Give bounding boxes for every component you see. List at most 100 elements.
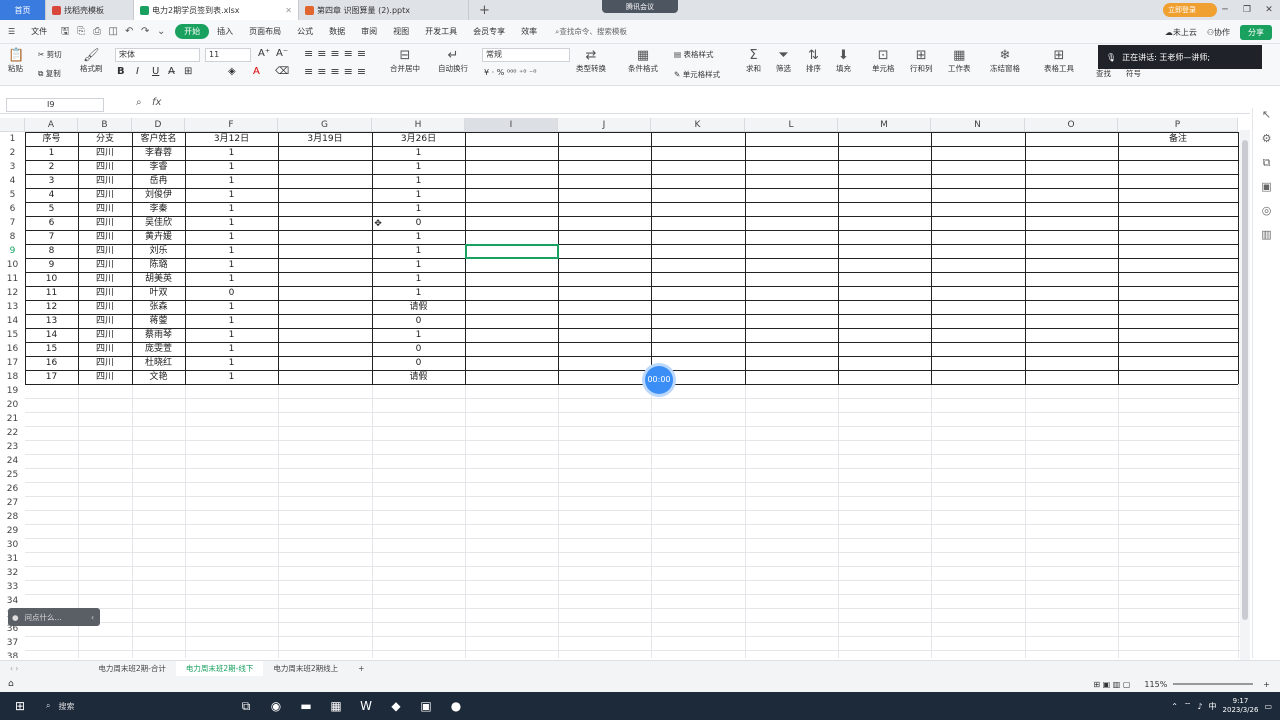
align-top-row[interactable]: ≡≡≡≡≡ bbox=[304, 47, 370, 60]
tab-home[interactable]: 首页 bbox=[0, 0, 46, 20]
location-icon[interactable]: ◎ bbox=[1253, 204, 1280, 228]
select-all-corner[interactable] bbox=[0, 118, 25, 132]
font-size-select[interactable]: 11 bbox=[205, 48, 251, 62]
new-tab-icon[interactable]: + bbox=[479, 3, 490, 18]
table-cell[interactable]: 四川 bbox=[78, 328, 132, 342]
clear-format-icon[interactable]: ⌫ bbox=[275, 66, 289, 77]
table-cell[interactable]: 1 bbox=[372, 146, 465, 160]
align-left-row[interactable]: ≡≡≡≡≡ bbox=[304, 65, 370, 78]
sum-button[interactable]: Σ 求和 bbox=[746, 48, 761, 74]
table-cell[interactable]: 1 bbox=[185, 216, 278, 230]
table-cell[interactable]: 四川 bbox=[78, 356, 132, 370]
header-cell-d[interactable]: 客户姓名 bbox=[132, 132, 185, 146]
fill-color-icon[interactable]: ◈ bbox=[228, 66, 236, 77]
table-cell[interactable]: 吴佳欣 bbox=[132, 216, 185, 230]
add-sheet-icon[interactable]: + bbox=[348, 661, 374, 677]
redo-icon[interactable]: ↷ bbox=[139, 26, 151, 38]
table-cell[interactable]: 请假 bbox=[372, 300, 465, 314]
network-icon[interactable]: ⌔ bbox=[1184, 701, 1192, 711]
table-cell[interactable]: 1 bbox=[185, 300, 278, 314]
table-cell[interactable]: 岳冉 bbox=[132, 174, 185, 188]
menu-formula[interactable]: 公式 bbox=[289, 26, 321, 37]
menu-insert[interactable]: 插入 bbox=[209, 26, 241, 37]
copy-button[interactable]: ⧉ 复制 bbox=[38, 68, 61, 79]
row-header[interactable]: 29 bbox=[0, 524, 25, 538]
table-cell[interactable]: 刘俊伊 bbox=[132, 188, 185, 202]
row-header[interactable]: 17 bbox=[0, 356, 25, 370]
table-cell[interactable]: 3 bbox=[25, 174, 78, 188]
table-cell[interactable]: 10 bbox=[25, 272, 78, 286]
table-cell[interactable]: 5 bbox=[25, 202, 78, 216]
table-cell[interactable]: 叶双 bbox=[132, 286, 185, 300]
tray-up-icon[interactable]: ⌃ bbox=[1171, 702, 1178, 711]
table-cell[interactable]: 四川 bbox=[78, 314, 132, 328]
image-icon[interactable]: ▣ bbox=[1253, 180, 1280, 204]
row-header[interactable]: 1 bbox=[0, 132, 25, 146]
preview-icon[interactable]: ◫ bbox=[107, 26, 119, 38]
zoom-level[interactable]: 115% bbox=[1144, 680, 1167, 689]
row-header[interactable]: 2 bbox=[0, 146, 25, 160]
book-icon[interactable]: ▥ bbox=[1253, 228, 1280, 252]
save-icon[interactable]: 🖫 bbox=[59, 26, 71, 38]
tab-template[interactable]: 找稻壳模板 bbox=[46, 0, 134, 20]
copy-icon[interactable]: ⧉ bbox=[1253, 156, 1280, 180]
row-header[interactable]: 12 bbox=[0, 286, 25, 300]
cloud-button[interactable]: ☁未上云 bbox=[1165, 27, 1197, 38]
windows-icon[interactable]: ⊞ bbox=[8, 696, 32, 716]
table-cell[interactable]: 15 bbox=[25, 342, 78, 356]
merge-center-button[interactable]: ⊟ 合并居中 bbox=[390, 48, 420, 74]
menu-data[interactable]: 数据 bbox=[321, 26, 353, 37]
menu-member[interactable]: 会员专享 bbox=[465, 26, 513, 37]
column-header-h[interactable]: H bbox=[372, 118, 465, 132]
column-header-j[interactable]: J bbox=[558, 118, 651, 132]
table-cell[interactable]: 0 bbox=[185, 286, 278, 300]
table-cell[interactable]: 李秦 bbox=[132, 202, 185, 216]
number-format-row[interactable]: ¥ · % ⁰⁰⁰ ⁺⁰ ⁻⁰ bbox=[484, 68, 536, 77]
table-cell[interactable]: 0 bbox=[372, 314, 465, 328]
sort-button[interactable]: ⇅ 排序 bbox=[806, 48, 821, 74]
table-cell[interactable]: 1 bbox=[372, 202, 465, 216]
name-box[interactable]: I9 bbox=[6, 98, 104, 112]
volume-icon[interactable]: ♪ bbox=[1197, 702, 1202, 711]
table-cell[interactable]: 1 bbox=[185, 328, 278, 342]
table-cell[interactable]: 1 bbox=[185, 146, 278, 160]
table-cell[interactable]: 0 bbox=[372, 342, 465, 356]
table-cell[interactable]: 请假 bbox=[372, 370, 465, 384]
table-cell[interactable]: 1 bbox=[372, 230, 465, 244]
cond-format-button[interactable]: ▦ 条件格式 bbox=[628, 48, 658, 74]
table-cell[interactable]: 16 bbox=[25, 356, 78, 370]
table-cell[interactable]: 四川 bbox=[78, 370, 132, 384]
header-cell-b[interactable]: 分支 bbox=[78, 132, 132, 146]
cell-style-button[interactable]: ✎ 单元格样式 bbox=[674, 69, 720, 80]
table-cell[interactable]: 1 bbox=[185, 202, 278, 216]
table-cell[interactable]: 2 bbox=[25, 160, 78, 174]
menu-review[interactable]: 审阅 bbox=[353, 26, 385, 37]
active-cell-selection[interactable] bbox=[465, 244, 559, 259]
strikethrough-button[interactable]: A̶ bbox=[168, 66, 175, 77]
table-cell[interactable]: 1 bbox=[185, 272, 278, 286]
decrease-font-icon[interactable]: A⁻ bbox=[276, 48, 288, 59]
ask-assistant[interactable]: ● 问点什么... ‹ bbox=[8, 608, 100, 626]
column-header-p[interactable]: P bbox=[1118, 118, 1238, 132]
row-header[interactable]: 18 bbox=[0, 370, 25, 384]
table-cell[interactable]: 9 bbox=[25, 258, 78, 272]
table-cell[interactable]: 1 bbox=[372, 286, 465, 300]
table-cell[interactable]: 文艳 bbox=[132, 370, 185, 384]
increase-font-icon[interactable]: A⁺ bbox=[258, 48, 270, 59]
fx-icon[interactable]: fx bbox=[152, 97, 161, 108]
table-cell[interactable]: 黄卉媛 bbox=[132, 230, 185, 244]
calculator-icon[interactable]: ▦ bbox=[324, 696, 348, 716]
number-format-select[interactable]: 常规 bbox=[482, 48, 570, 62]
table-cell[interactable]: 四川 bbox=[78, 300, 132, 314]
table-cell[interactable]: 1 bbox=[185, 370, 278, 384]
font-select[interactable]: 宋体 bbox=[115, 48, 200, 62]
sheet-tab-total[interactable]: 电力周末班2期-合计 bbox=[88, 661, 175, 677]
table-cell[interactable]: 1 bbox=[25, 146, 78, 160]
row-header[interactable]: 8 bbox=[0, 230, 25, 244]
row-header[interactable]: 25 bbox=[0, 468, 25, 482]
table-cell[interactable]: 李睿 bbox=[132, 160, 185, 174]
table-cell[interactable]: 四川 bbox=[78, 146, 132, 160]
table-cell[interactable]: 6 bbox=[25, 216, 78, 230]
row-header[interactable]: 32 bbox=[0, 566, 25, 580]
column-header-m[interactable]: M bbox=[838, 118, 931, 132]
